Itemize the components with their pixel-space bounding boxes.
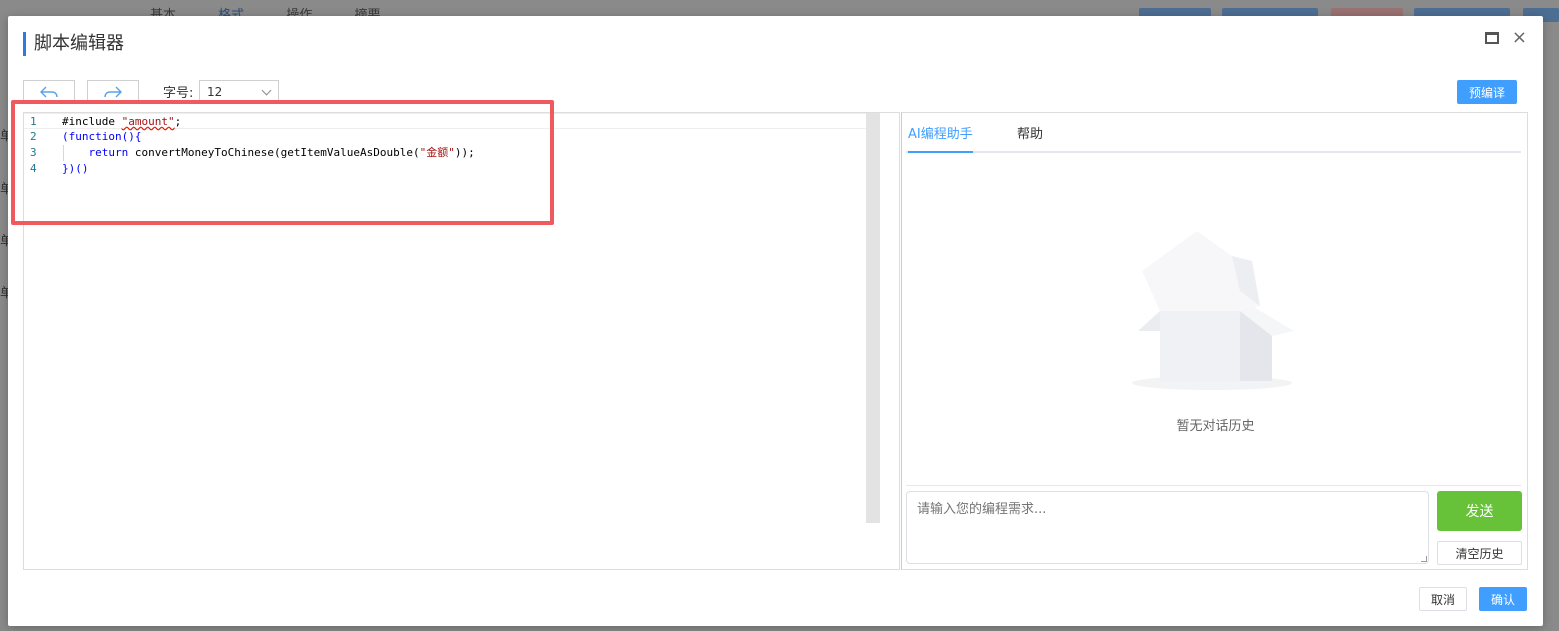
font-size-label: 字号: [163,86,194,101]
code-line[interactable]: 1 #include "amount"; [24,113,866,129]
font-size-value: 12 [207,85,223,99]
code-token-keyword: #include [62,115,122,128]
cancel-button[interactable]: 取消 [1419,587,1467,611]
ai-panel-tabs: AI编程助手 帮助 [906,113,1521,153]
code-token-keyword: return [88,146,129,159]
tab-help[interactable]: 帮助 [1017,123,1043,151]
precompile-button[interactable]: 预编译 [1457,80,1517,104]
line-number: 1 [30,115,37,128]
close-icon[interactable]: × [1512,26,1527,50]
line-number: 3 [30,146,37,159]
code-token-string: "amount" [121,115,175,128]
code-line[interactable]: 3 return convertMoneyToChinese(getItemVa… [24,145,866,161]
dialog-title: 脚本编辑器 [23,32,124,56]
ai-prompt-input[interactable] [906,491,1429,564]
code-token-punct: ; [174,115,182,128]
editor-scrollbar[interactable] [866,113,880,523]
empty-history-text: 暂无对话历史 [1176,419,1255,434]
divider [906,485,1521,486]
code-text: (function(){ [62,129,141,145]
line-number: 4 [30,162,37,175]
clear-history-button[interactable]: 清空历史 [1437,541,1522,565]
confirm-button[interactable]: 确认 [1479,587,1527,611]
chevron-down-icon [261,85,272,96]
code-token-keyword: function [68,130,122,143]
send-button[interactable]: 发送 [1437,491,1522,531]
maximize-icon[interactable] [1485,32,1499,44]
code-line[interactable]: 4 })() [24,161,866,177]
code-token-paren: ( [62,130,69,143]
font-size-select[interactable]: 12 [199,80,279,104]
redo-button[interactable] [87,80,139,104]
redo-icon [104,86,122,97]
code-line[interactable]: 2 (function(){ [24,129,866,145]
code-token-paren: (){ [121,130,142,143]
code-token-string: "金额" [419,146,455,159]
code-text: #include "amount"; [62,114,181,130]
code-text: })() [62,161,89,177]
resize-handle-icon[interactable] [1421,556,1427,562]
line-number: 2 [30,130,37,143]
empty-box-icon [1132,231,1294,390]
code-token-paren: })() [62,162,89,175]
undo-button[interactable] [23,80,75,104]
undo-icon [40,86,58,97]
code-text: return convertMoneyToChinese(getItemValu… [88,146,475,159]
script-editor-dialog: 脚本编辑器 × 字号: 12 预编译 1 #include "amount"; … [8,16,1543,626]
code-editor[interactable]: 1 #include "amount"; 2 (function(){ 3 re… [23,112,900,570]
ai-assistant-panel: AI编程助手 帮助 暂无对话历史 发送 清空历史 [901,112,1528,570]
tab-ai-assistant[interactable]: AI编程助手 [908,123,973,153]
